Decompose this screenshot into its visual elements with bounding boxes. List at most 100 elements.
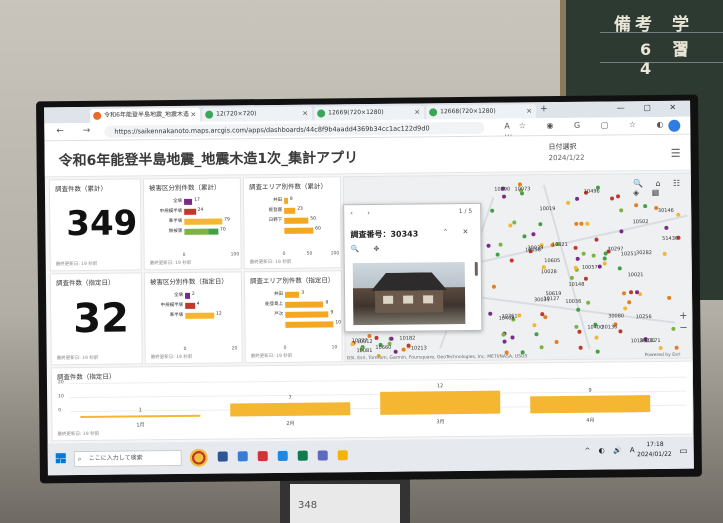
clock-time[interactable]: 17:18 bbox=[646, 441, 663, 448]
survey-point[interactable] bbox=[501, 194, 506, 199]
taskbar-search-input[interactable]: ⌕ ここに入力して検索 bbox=[73, 449, 182, 468]
house-photo[interactable] bbox=[352, 261, 466, 326]
survey-point[interactable] bbox=[585, 221, 590, 226]
browser-tab-image-2[interactable]: 12669(720×1280) ✕ bbox=[314, 105, 425, 121]
powered-by-esri[interactable]: Powered by Esri bbox=[645, 353, 681, 358]
survey-point[interactable] bbox=[662, 251, 667, 256]
popup-nav-arrows[interactable]: ‹ › bbox=[350, 209, 376, 217]
survey-point[interactable] bbox=[576, 307, 581, 312]
explorer-icon[interactable] bbox=[237, 451, 248, 462]
bar-row[interactable]: 全壊 17 bbox=[173, 198, 232, 205]
bar-segment[interactable] bbox=[184, 228, 209, 235]
task-view-icon[interactable] bbox=[217, 451, 228, 462]
survey-point[interactable] bbox=[569, 275, 574, 280]
bar-row[interactable]: 能登島上 8 bbox=[265, 300, 333, 308]
browser-tab-image-3[interactable]: 12668(720×1280) ✕ bbox=[426, 104, 537, 120]
survey-point[interactable] bbox=[565, 200, 570, 205]
notification-icon[interactable]: ▭ bbox=[679, 447, 688, 457]
url-input[interactable]: https://saikennakanoto.maps.arcgis.com/a… bbox=[104, 121, 485, 138]
bar-segment[interactable] bbox=[185, 312, 215, 319]
survey-point[interactable] bbox=[609, 196, 614, 201]
bar-segment[interactable] bbox=[184, 218, 223, 225]
survey-point[interactable] bbox=[658, 345, 663, 350]
map-zoom-controls[interactable]: + − bbox=[674, 311, 692, 335]
bar-segment[interactable] bbox=[184, 208, 196, 215]
survey-point[interactable] bbox=[406, 343, 411, 348]
browser-tab-image-1[interactable]: 12(720×720) ✕ bbox=[202, 106, 313, 122]
edge-icon[interactable] bbox=[277, 450, 288, 461]
daily-bar[interactable] bbox=[380, 390, 501, 415]
hamburger-menu-icon[interactable]: ☰ bbox=[671, 147, 681, 160]
survey-point[interactable] bbox=[591, 253, 596, 258]
survey-point[interactable] bbox=[594, 335, 599, 340]
daily-bar[interactable] bbox=[530, 394, 651, 414]
app-icon[interactable] bbox=[337, 450, 348, 461]
survey-point[interactable] bbox=[539, 344, 544, 349]
daily-bar[interactable] bbox=[80, 414, 201, 419]
popup-collapse-close[interactable]: ⌃ ✕ bbox=[442, 228, 474, 236]
survey-point[interactable] bbox=[574, 324, 579, 329]
bar-row[interactable]: 日野下 50 bbox=[269, 217, 332, 224]
survey-point[interactable] bbox=[522, 234, 527, 239]
bar-row[interactable]: 井田 8 bbox=[273, 197, 332, 204]
bar-segment[interactable] bbox=[284, 197, 288, 204]
clock-date[interactable]: 2024/01/22 bbox=[637, 451, 672, 458]
bar-segment[interactable] bbox=[184, 198, 193, 205]
close-icon[interactable]: ✕ bbox=[526, 104, 532, 118]
window-controls[interactable]: — ▢ ✕ bbox=[617, 103, 684, 113]
system-tray[interactable]: ^ ◐ 🔊 A bbox=[585, 446, 638, 455]
survey-point[interactable] bbox=[495, 252, 500, 257]
bar-segment[interactable] bbox=[208, 228, 219, 235]
survey-point[interactable] bbox=[510, 335, 515, 340]
bar-segment[interactable] bbox=[284, 227, 314, 234]
bar-segment[interactable] bbox=[285, 311, 329, 318]
profile-avatar[interactable] bbox=[668, 119, 681, 132]
survey-point[interactable] bbox=[554, 340, 559, 345]
bar-segment[interactable] bbox=[285, 321, 334, 328]
bar-row[interactable]: 井田 3 bbox=[274, 291, 333, 298]
bar-segment[interactable] bbox=[284, 207, 296, 214]
store-icon[interactable] bbox=[297, 450, 308, 461]
new-tab-button[interactable]: + bbox=[540, 104, 548, 114]
popup-zoom-tools[interactable]: 🔍 ✥ bbox=[351, 245, 386, 253]
app-icon[interactable] bbox=[317, 450, 328, 461]
bar-segment[interactable] bbox=[185, 302, 195, 309]
windows-start-icon[interactable] bbox=[55, 453, 66, 464]
survey-point[interactable] bbox=[520, 349, 525, 354]
survey-point[interactable] bbox=[573, 245, 578, 250]
bar-segment[interactable] bbox=[285, 291, 300, 298]
bar-row[interactable]: 60 bbox=[284, 227, 332, 234]
bar-row[interactable]: 中規模半壊 24 bbox=[160, 208, 232, 215]
close-icon[interactable]: ✕ bbox=[190, 108, 196, 122]
map-toolbar[interactable]: 🔍 ⌂ ☷ ◈ ▦ bbox=[633, 179, 691, 198]
survey-point[interactable] bbox=[597, 264, 602, 269]
close-icon[interactable]: ✕ bbox=[414, 105, 420, 119]
bar-row[interactable]: 10 bbox=[285, 320, 341, 328]
survey-point[interactable] bbox=[393, 349, 398, 354]
bar-segment[interactable] bbox=[285, 301, 324, 308]
bar-row[interactable]: 準半壊 79 bbox=[169, 217, 232, 225]
survey-point[interactable] bbox=[674, 345, 679, 350]
bar-segment[interactable] bbox=[284, 217, 309, 224]
chrome-icon[interactable] bbox=[257, 451, 268, 462]
bar-row[interactable]: 全壊 2 bbox=[174, 292, 233, 299]
daily-bar[interactable] bbox=[230, 401, 351, 417]
popup-scrollbar[interactable] bbox=[474, 261, 478, 276]
bar-segment[interactable] bbox=[185, 292, 190, 299]
bar-row[interactable]: 戸次 9 bbox=[274, 310, 333, 318]
survey-point[interactable] bbox=[573, 266, 578, 271]
bar-row[interactable]: 中規模半壊 4 bbox=[161, 302, 233, 309]
bar-row[interactable]: 準半壊 12 bbox=[170, 312, 233, 319]
browser-tab-dashboard[interactable]: 令和6年能登半島地震_地震木造 ✕ bbox=[90, 107, 201, 123]
survey-point[interactable] bbox=[509, 257, 514, 263]
survey-point[interactable] bbox=[618, 329, 623, 334]
date-selector-value[interactable]: 2024/1/22 bbox=[549, 154, 585, 162]
app-logo-icon[interactable] bbox=[187, 447, 210, 468]
survey-point[interactable] bbox=[491, 284, 496, 289]
survey-point[interactable] bbox=[574, 221, 579, 226]
survey-point[interactable] bbox=[487, 311, 492, 316]
survey-point[interactable] bbox=[575, 256, 580, 261]
bar-row[interactable]: 無被害 70 bbox=[169, 227, 232, 235]
bar-row[interactable]: 能登鹿 23 bbox=[269, 207, 332, 214]
close-icon[interactable]: ✕ bbox=[302, 107, 308, 121]
